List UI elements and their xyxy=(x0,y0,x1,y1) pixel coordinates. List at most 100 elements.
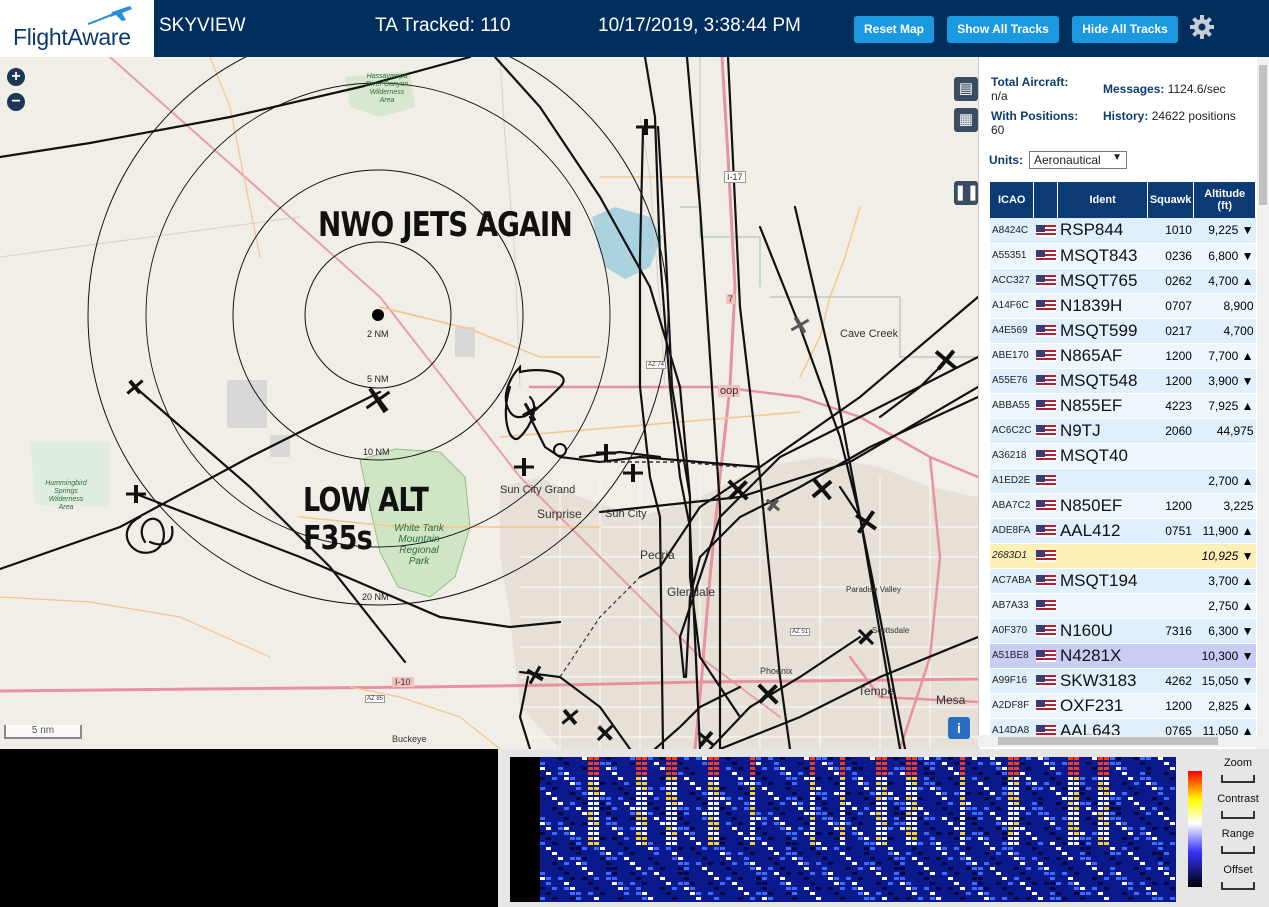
horizontal-scrollbar[interactable] xyxy=(978,735,1257,747)
column-header-altitude[interactable]: Altitude (ft) xyxy=(1193,182,1256,218)
table-row[interactable]: A4E569 MSQT599 0217 4,700 xyxy=(990,318,1256,344)
waterfall-cell xyxy=(1170,832,1175,835)
table-row[interactable]: A36218 MSQT40 xyxy=(990,443,1256,469)
map-canvas[interactable] xyxy=(0,57,978,749)
waterfall-cell xyxy=(558,757,563,760)
map-view[interactable]: + − ▤ ▦ ❚❚ NWO JETS AGAIN LOW ALT F35s 2… xyxy=(0,57,978,749)
ident-cell xyxy=(1057,593,1148,619)
waterfall-cell xyxy=(576,852,581,855)
waterfall-cell xyxy=(792,847,797,850)
waterfall-cell xyxy=(906,787,911,790)
table-row[interactable]: AC7ABA MSQT194 3,700 ▲ xyxy=(990,568,1256,594)
table-row[interactable]: 2683D1 10,925 ▼ xyxy=(990,543,1256,569)
waterfall-cell xyxy=(552,842,557,845)
icao-cell: A0F370 xyxy=(990,618,1034,644)
waterfall-cell xyxy=(1080,887,1085,890)
us-flag-icon xyxy=(1035,500,1056,513)
table-row[interactable]: A1ED2E 2,700 ▲ xyxy=(990,468,1256,494)
waterfall-cell xyxy=(708,787,713,790)
gear-icon[interactable] xyxy=(1189,14,1215,40)
waterfall-cell xyxy=(828,887,833,890)
waterfall-cell xyxy=(840,762,845,765)
waterfall-cell xyxy=(1098,842,1103,845)
waterfall-cell xyxy=(876,892,881,895)
waterfall-cell xyxy=(1020,872,1025,875)
waterfall-cell xyxy=(1110,857,1115,860)
table-row[interactable]: AC6C2C N9TJ 2060 44,975 xyxy=(990,418,1256,444)
table-row[interactable]: A55351 MSQT843 0236 6,800 ▼ xyxy=(990,243,1256,269)
info-icon[interactable]: i xyxy=(948,717,970,739)
hide-all-tracks-button[interactable]: Hide All Tracks xyxy=(1072,16,1178,43)
waterfall-cell xyxy=(624,892,629,895)
waterfall-cell xyxy=(630,757,635,760)
reset-map-button[interactable]: Reset Map xyxy=(854,16,934,43)
offset-slider[interactable] xyxy=(1221,882,1255,890)
waterfall-cell xyxy=(828,762,833,765)
table-row[interactable]: A8424C RSP844 1010 9,225 ▼ xyxy=(990,218,1256,244)
columns-icon[interactable]: ❚❚ xyxy=(954,181,978,205)
table-row[interactable]: ABE170 N865AF 1200 7,700 ▲ xyxy=(990,343,1256,369)
waterfall-cell xyxy=(900,767,905,770)
waterfall-cell xyxy=(588,832,593,835)
table-row[interactable]: AB7A33 2,750 ▲ xyxy=(990,593,1256,619)
waterfall-cell xyxy=(666,802,671,805)
table-row[interactable]: ABA7C2 N850EF 1200 3,225 xyxy=(990,493,1256,519)
contrast-slider[interactable] xyxy=(1221,811,1255,819)
road-shield-label: oop xyxy=(718,385,741,397)
table-row[interactable]: ABBA55 N855EF 4223 7,925 ▲ xyxy=(990,393,1256,419)
table-row[interactable]: ADE8FA AAL412 0751 11,900 ▲ xyxy=(990,518,1256,544)
waterfall-cell xyxy=(954,817,959,820)
waterfall-cell xyxy=(960,792,965,795)
waterfall-cell xyxy=(870,857,875,860)
waterfall-cell xyxy=(1080,857,1085,860)
waterfall-cell xyxy=(714,757,719,760)
waterfall-cell xyxy=(924,857,929,860)
table-row[interactable]: A55E76 MSQT548 1200 3,900 ▼ xyxy=(990,368,1256,394)
table-row[interactable]: A51BE8 N4281X 10,300 ▼ xyxy=(990,643,1256,669)
show-all-tracks-button[interactable]: Show All Tracks xyxy=(947,16,1059,43)
waterfall-cell xyxy=(666,767,671,770)
waterfall-cell xyxy=(810,872,815,875)
table-row[interactable]: A0F370 N160U 7316 6,300 ▼ xyxy=(990,618,1256,644)
waterfall-cell xyxy=(876,807,881,810)
waterfall-cell xyxy=(630,812,635,815)
range-slider[interactable] xyxy=(1221,846,1255,854)
waterfall-cell xyxy=(1152,892,1157,895)
waterfall-cell xyxy=(744,802,749,805)
waterfall-cell xyxy=(684,812,689,815)
waterfall-cell xyxy=(1014,832,1019,835)
waterfall-cell xyxy=(978,827,983,830)
grid-icon[interactable]: ▦ xyxy=(954,108,978,132)
waterfall-cell xyxy=(1038,757,1043,760)
waterfall-cell xyxy=(804,887,809,890)
waterfall-cell xyxy=(810,787,815,790)
zoom-out-button[interactable]: − xyxy=(7,93,25,111)
table-row[interactable]: ACC327 MSQT765 0262 4,700 ▲ xyxy=(990,268,1256,294)
waterfall-cell xyxy=(594,837,599,840)
flightaware-logo[interactable]: FlightAware xyxy=(0,0,154,57)
column-header-ident[interactable]: Ident xyxy=(1057,182,1148,218)
table-row[interactable]: A2DF8F OXF231 1200 2,825 ▲ xyxy=(990,693,1256,719)
waterfall-cell xyxy=(1128,827,1133,830)
map-layers-icon[interactable]: ▤ xyxy=(954,77,978,101)
table-row[interactable]: A99F16 SKW3183 4262 15,050 ▼ xyxy=(990,668,1256,694)
waterfall-cell xyxy=(864,842,869,845)
column-header-squawk[interactable]: Squawk xyxy=(1147,182,1195,218)
waterfall-cell xyxy=(1170,822,1175,825)
waterfall-cell xyxy=(636,782,641,785)
stat-value: n/a xyxy=(991,89,1008,103)
units-select[interactable]: Aeronautical ▼ xyxy=(1029,151,1127,169)
zoom-slider[interactable] xyxy=(1221,775,1255,783)
waterfall-cell xyxy=(876,827,881,830)
column-header-icao[interactable]: ICAO xyxy=(990,182,1035,218)
waterfall-cell xyxy=(564,887,569,890)
waterfall-cell xyxy=(996,807,1001,810)
column-header-flag[interactable] xyxy=(1033,182,1059,218)
waterfall-cell xyxy=(1002,782,1007,785)
zoom-in-button[interactable]: + xyxy=(7,68,25,86)
waterfall-cell xyxy=(930,837,935,840)
table-row[interactable]: A14F6C N1839H 0707 8,900 xyxy=(990,293,1256,319)
waterfall-cell xyxy=(750,767,755,770)
vertical-scrollbar[interactable] xyxy=(1257,57,1269,749)
waterfall-cell xyxy=(636,757,641,760)
